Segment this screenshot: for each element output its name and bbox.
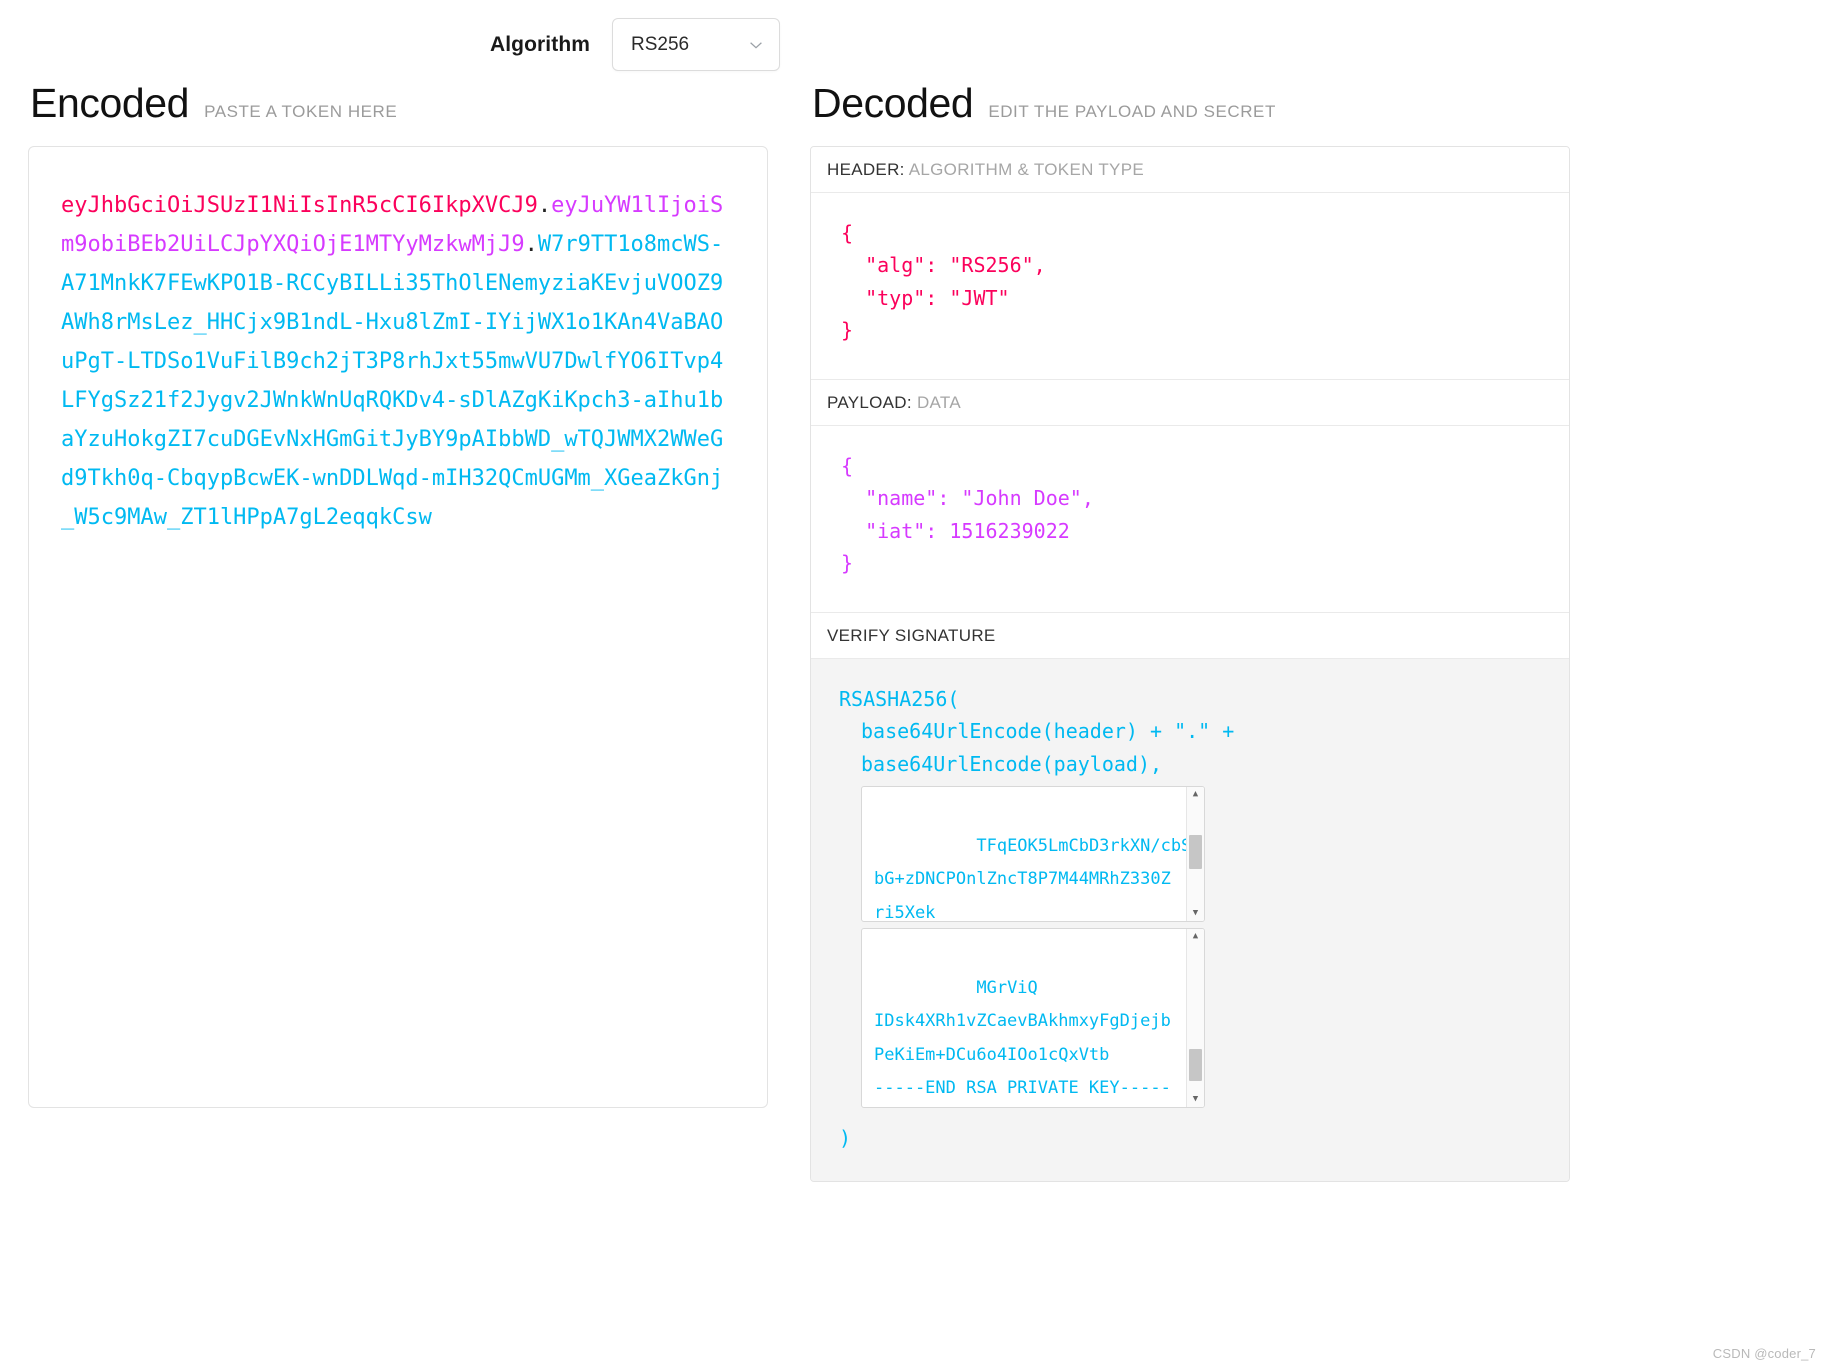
watermark: CSDN @coder_7	[1712, 1346, 1816, 1361]
header-section-label: HEADER: ALGORITHM & TOKEN TYPE	[811, 147, 1569, 193]
public-key-text: TFqEOK5LmCbD3rkXN/cbSzbwqTAGU bG+zDNCPOn…	[874, 836, 1204, 923]
signature-label: VERIFY SIGNATURE	[827, 626, 996, 645]
caret-up-icon[interactable]: ▲	[1187, 787, 1204, 802]
header-json-editor[interactable]: { "alg": "RS256", "typ": "JWT" }	[811, 193, 1569, 380]
payload-label-value: DATA	[916, 393, 961, 412]
algorithm-select[interactable]: RS256	[612, 18, 781, 71]
caret-up-icon[interactable]: ▲	[1187, 929, 1204, 944]
token-separator-2: .	[524, 231, 538, 257]
encoded-heading: Encoded PASTE A TOKEN HERE	[28, 83, 768, 124]
signature-line-3: base64UrlEncode(payload),	[861, 751, 1163, 776]
scrollbar-thumb[interactable]	[1189, 1049, 1202, 1082]
scrollbar-thumb[interactable]	[1189, 835, 1202, 870]
decoded-panel: HEADER: ALGORITHM & TOKEN TYPE { "alg": …	[810, 146, 1570, 1182]
encoded-token-input[interactable]: eyJhbGciOiJSUzI1NiIsInR5cCI6IkpXVCJ9.eyJ…	[28, 146, 768, 1108]
signature-verifier: RSASHA256( base64UrlEncode(header) + "."…	[811, 659, 1569, 1181]
token-signature-part: W7r9TT1o8mcWS-A71MnkK7FEwKPO1B-RCCyBILLi…	[61, 231, 724, 530]
chevron-down-icon	[747, 36, 765, 54]
payload-json-editor[interactable]: { "name": "John Doe", "iat": 1516239022 …	[811, 426, 1569, 613]
encoded-title: Encoded	[30, 80, 190, 126]
public-key-textarea[interactable]: TFqEOK5LmCbD3rkXN/cbSzbwqTAGU bG+zDNCPOn…	[861, 786, 1205, 923]
header-label-value: ALGORITHM & TOKEN TYPE	[908, 160, 1144, 179]
decoded-heading: Decoded EDIT THE PAYLOAD AND SECRET	[810, 83, 1570, 124]
signature-closing-paren: )	[839, 1126, 852, 1151]
token-separator-1: .	[537, 193, 552, 218]
public-key-scrollbar[interactable]: ▲ ▼	[1186, 787, 1204, 922]
header-label-key: HEADER:	[827, 160, 905, 179]
decoded-title: Decoded	[812, 80, 974, 126]
token-header-part: eyJhbGciOiJSUzI1NiIsInR5cCI6IkpXVCJ9	[61, 193, 538, 218]
algorithm-toolbar: Algorithm RS256	[0, 0, 1270, 83]
encoded-column: Encoded PASTE A TOKEN HERE eyJhbGciOiJSU…	[28, 83, 768, 1108]
private-key-textarea[interactable]: MGrViQ IDsk4XRh1vZCaevBAkhmxyFgDjejb PeK…	[861, 928, 1205, 1109]
decoded-column: Decoded EDIT THE PAYLOAD AND SECRET HEAD…	[810, 83, 1570, 1182]
decoded-subtitle: EDIT THE PAYLOAD AND SECRET	[988, 102, 1276, 121]
signature-line-1: RSASHA256(	[839, 687, 960, 711]
payload-section-label: PAYLOAD: DATA	[811, 380, 1569, 426]
encoded-subtitle: PASTE A TOKEN HERE	[204, 102, 398, 121]
payload-label-key: PAYLOAD:	[827, 393, 912, 412]
signature-line-2: base64UrlEncode(header) + "." +	[861, 719, 1235, 744]
private-key-text: MGrViQ IDsk4XRh1vZCaevBAkhmxyFgDjejb PeK…	[874, 978, 1171, 1098]
algorithm-label: Algorithm	[489, 32, 591, 56]
algorithm-select-value: RS256	[631, 33, 690, 55]
caret-down-icon[interactable]: ▼	[1187, 1092, 1204, 1107]
jwt-token-text: eyJhbGciOiJSUzI1NiIsInR5cCI6IkpXVCJ9.eyJ…	[61, 187, 735, 537]
private-key-scrollbar[interactable]: ▲ ▼	[1186, 929, 1204, 1108]
caret-down-icon[interactable]: ▼	[1187, 906, 1204, 921]
signature-section-label: VERIFY SIGNATURE	[811, 613, 1569, 659]
main-columns: Encoded PASTE A TOKEN HERE eyJhbGciOiJSU…	[0, 83, 1830, 1182]
